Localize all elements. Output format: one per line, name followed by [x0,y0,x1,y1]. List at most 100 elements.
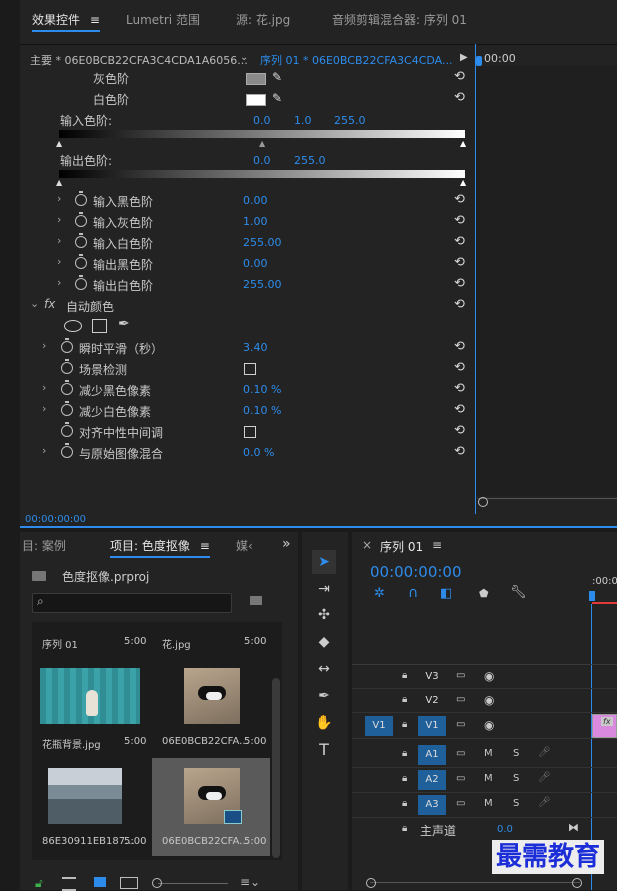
reset-icon[interactable]: ⟲ [454,381,465,396]
sync-lock-icon[interactable]: ▭ [456,798,465,809]
ruler-playhead[interactable] [589,591,595,601]
microphone-icon[interactable]: 🎤︎ [538,797,551,808]
media-item[interactable]: 花.jpg 5:00 [152,626,268,656]
chevron-right-icon[interactable]: › [57,213,61,226]
stopwatch-icon[interactable] [75,233,87,248]
zoom-slider[interactable] [158,883,228,884]
param-value[interactable]: 0.00 [243,194,268,207]
razor-tool-icon[interactable]: ◆ [312,631,336,653]
lock-icon[interactable]: 🔒︎ [402,719,407,730]
lock-icon[interactable]: 🔒︎ [402,670,407,681]
hscroll-right-handle[interactable] [572,878,582,888]
sync-lock-icon[interactable]: ▭ [456,694,465,705]
eye-icon[interactable]: ◉ [484,669,494,683]
stopwatch-icon[interactable] [75,275,87,290]
output-black-slider[interactable]: ▲ [56,178,62,187]
auto-param-value[interactable]: 0.10 % [243,404,281,417]
source-patch-v1[interactable]: V1 [365,716,393,736]
reset-icon[interactable]: ⟲ [454,339,465,354]
solo-button[interactable]: S [513,748,519,759]
timeline-clip[interactable]: fx [592,714,617,738]
solo-button[interactable]: S [513,773,519,784]
lock-icon[interactable]: 🔓︎ [35,876,43,891]
playhead-timecode[interactable]: 00:00:00:00 [370,563,462,581]
media-item[interactable]: 86E30911EB187... 5:00 [34,760,150,852]
snap-icon[interactable]: ∩ [408,585,418,601]
stopwatch-icon[interactable] [61,401,73,416]
type-tool-icon[interactable]: T [312,739,336,761]
list-view-icon[interactable] [62,877,76,891]
reset-icon[interactable]: ⟲ [454,360,465,375]
chevron-right-icon[interactable]: › [57,234,61,247]
media-item-selected[interactable]: 06E0BCB22CFA... 5:00 [152,758,270,856]
stopwatch-icon[interactable] [61,380,73,395]
effects-zoom-scrollbar[interactable] [478,498,617,505]
reset-icon[interactable]: ⟲ [454,69,465,84]
master-clip-label[interactable]: 主要 * 06E0BCB22CFA3C4CDA1A6056... [30,52,248,68]
stopwatch-icon[interactable] [75,254,87,269]
new-bin-search-icon[interactable] [250,596,262,605]
chevron-right-icon[interactable]: › [42,444,46,457]
sync-lock-icon[interactable]: ▭ [456,748,465,759]
wrench-icon[interactable]: 🔧︎ [510,585,527,600]
lock-icon[interactable]: 🔒︎ [402,798,407,809]
input-black-slider[interactable]: ▲ [56,139,62,148]
panel-menu-icon[interactable]: ≡ [90,13,100,27]
auto-color-header[interactable]: ⌄ fx 自动颜色 ⟲ [20,296,475,317]
chevron-right-icon[interactable]: › [57,276,61,289]
input-white-value[interactable]: 255.0 [334,114,366,127]
reset-icon[interactable]: ⟲ [454,192,465,207]
panel-menu-icon[interactable]: ≡ [432,538,442,552]
tab-bin-case[interactable]: 目: 案例 [22,534,66,558]
param-value[interactable]: 1.00 [243,215,268,228]
solo-button[interactable]: S [513,798,519,809]
microphone-icon[interactable]: 🎤︎ [538,747,551,758]
track-target-v1[interactable]: V1 [418,716,446,736]
output-white-slider[interactable]: ▲ [460,178,466,187]
lock-icon[interactable]: 🔒︎ [402,748,407,759]
reset-icon[interactable]: ⟲ [454,234,465,249]
snap-neutral-checkbox[interactable] [244,426,256,438]
auto-param-value[interactable]: 0.0 % [243,446,274,459]
stopwatch-icon[interactable] [61,359,73,374]
sequence-clip-label[interactable]: 序列 01 * 06E0BCB22CFA3C4CDA... [260,52,453,68]
chevron-right-icon[interactable]: › [42,339,46,352]
sort-icon[interactable]: ≡⌄ [240,875,260,889]
chevron-right-icon[interactable]: › [57,192,61,205]
ripple-edit-tool-icon[interactable]: ✣ [312,604,336,626]
output-white-value[interactable]: 255.0 [294,154,326,167]
chevron-right-icon[interactable]: › [42,381,46,394]
gray-swatch[interactable] [246,73,266,85]
track-target-a2[interactable]: A2 [418,770,446,790]
output-levels-gradient[interactable] [59,170,465,178]
microphone-icon[interactable]: 🎤︎ [538,772,551,783]
ellipse-mask-icon[interactable] [64,320,82,332]
sync-lock-icon[interactable]: ▭ [456,719,465,730]
master-volume-value[interactable]: 0.0 [497,824,513,835]
stopwatch-icon[interactable] [75,212,87,227]
auto-param-value[interactable]: 3.40 [243,341,268,354]
search-input[interactable] [32,593,232,613]
close-tab-icon[interactable]: × [362,538,372,552]
tab-sequence[interactable]: 序列 01 [380,538,423,555]
media-item[interactable]: 06E0BCB22CFA... 5:00 [152,662,268,754]
tab-audio-clip-mixer[interactable]: 音频剪辑混合器: 序列 01 [332,8,467,32]
pen-tool-icon[interactable]: ✒ [312,685,336,707]
project-vscroll[interactable] [272,678,280,858]
go-to-edit-icon[interactable]: ⧓ [568,821,579,834]
param-value[interactable]: 255.00 [243,236,282,249]
hscroll-left-handle[interactable] [366,878,376,888]
scene-detect-checkbox[interactable] [244,363,256,375]
marker-icon[interactable]: ⬟ [479,587,489,600]
reset-icon[interactable]: ⟲ [454,90,465,105]
lock-icon[interactable]: 🔒︎ [402,823,407,834]
eyedropper-icon[interactable]: ✎ [272,70,282,84]
param-value[interactable]: 0.00 [243,257,268,270]
hand-tool-icon[interactable]: ✋ [312,712,336,734]
play-only-icon[interactable]: ▶ [460,52,468,63]
input-gray-value[interactable]: 1.0 [294,114,312,127]
freeform-view-icon[interactable] [120,877,138,889]
input-levels-gradient[interactable] [59,130,465,138]
slip-tool-icon[interactable]: ↔ [312,658,336,680]
linked-selection-icon[interactable]: ◧ [440,586,452,601]
